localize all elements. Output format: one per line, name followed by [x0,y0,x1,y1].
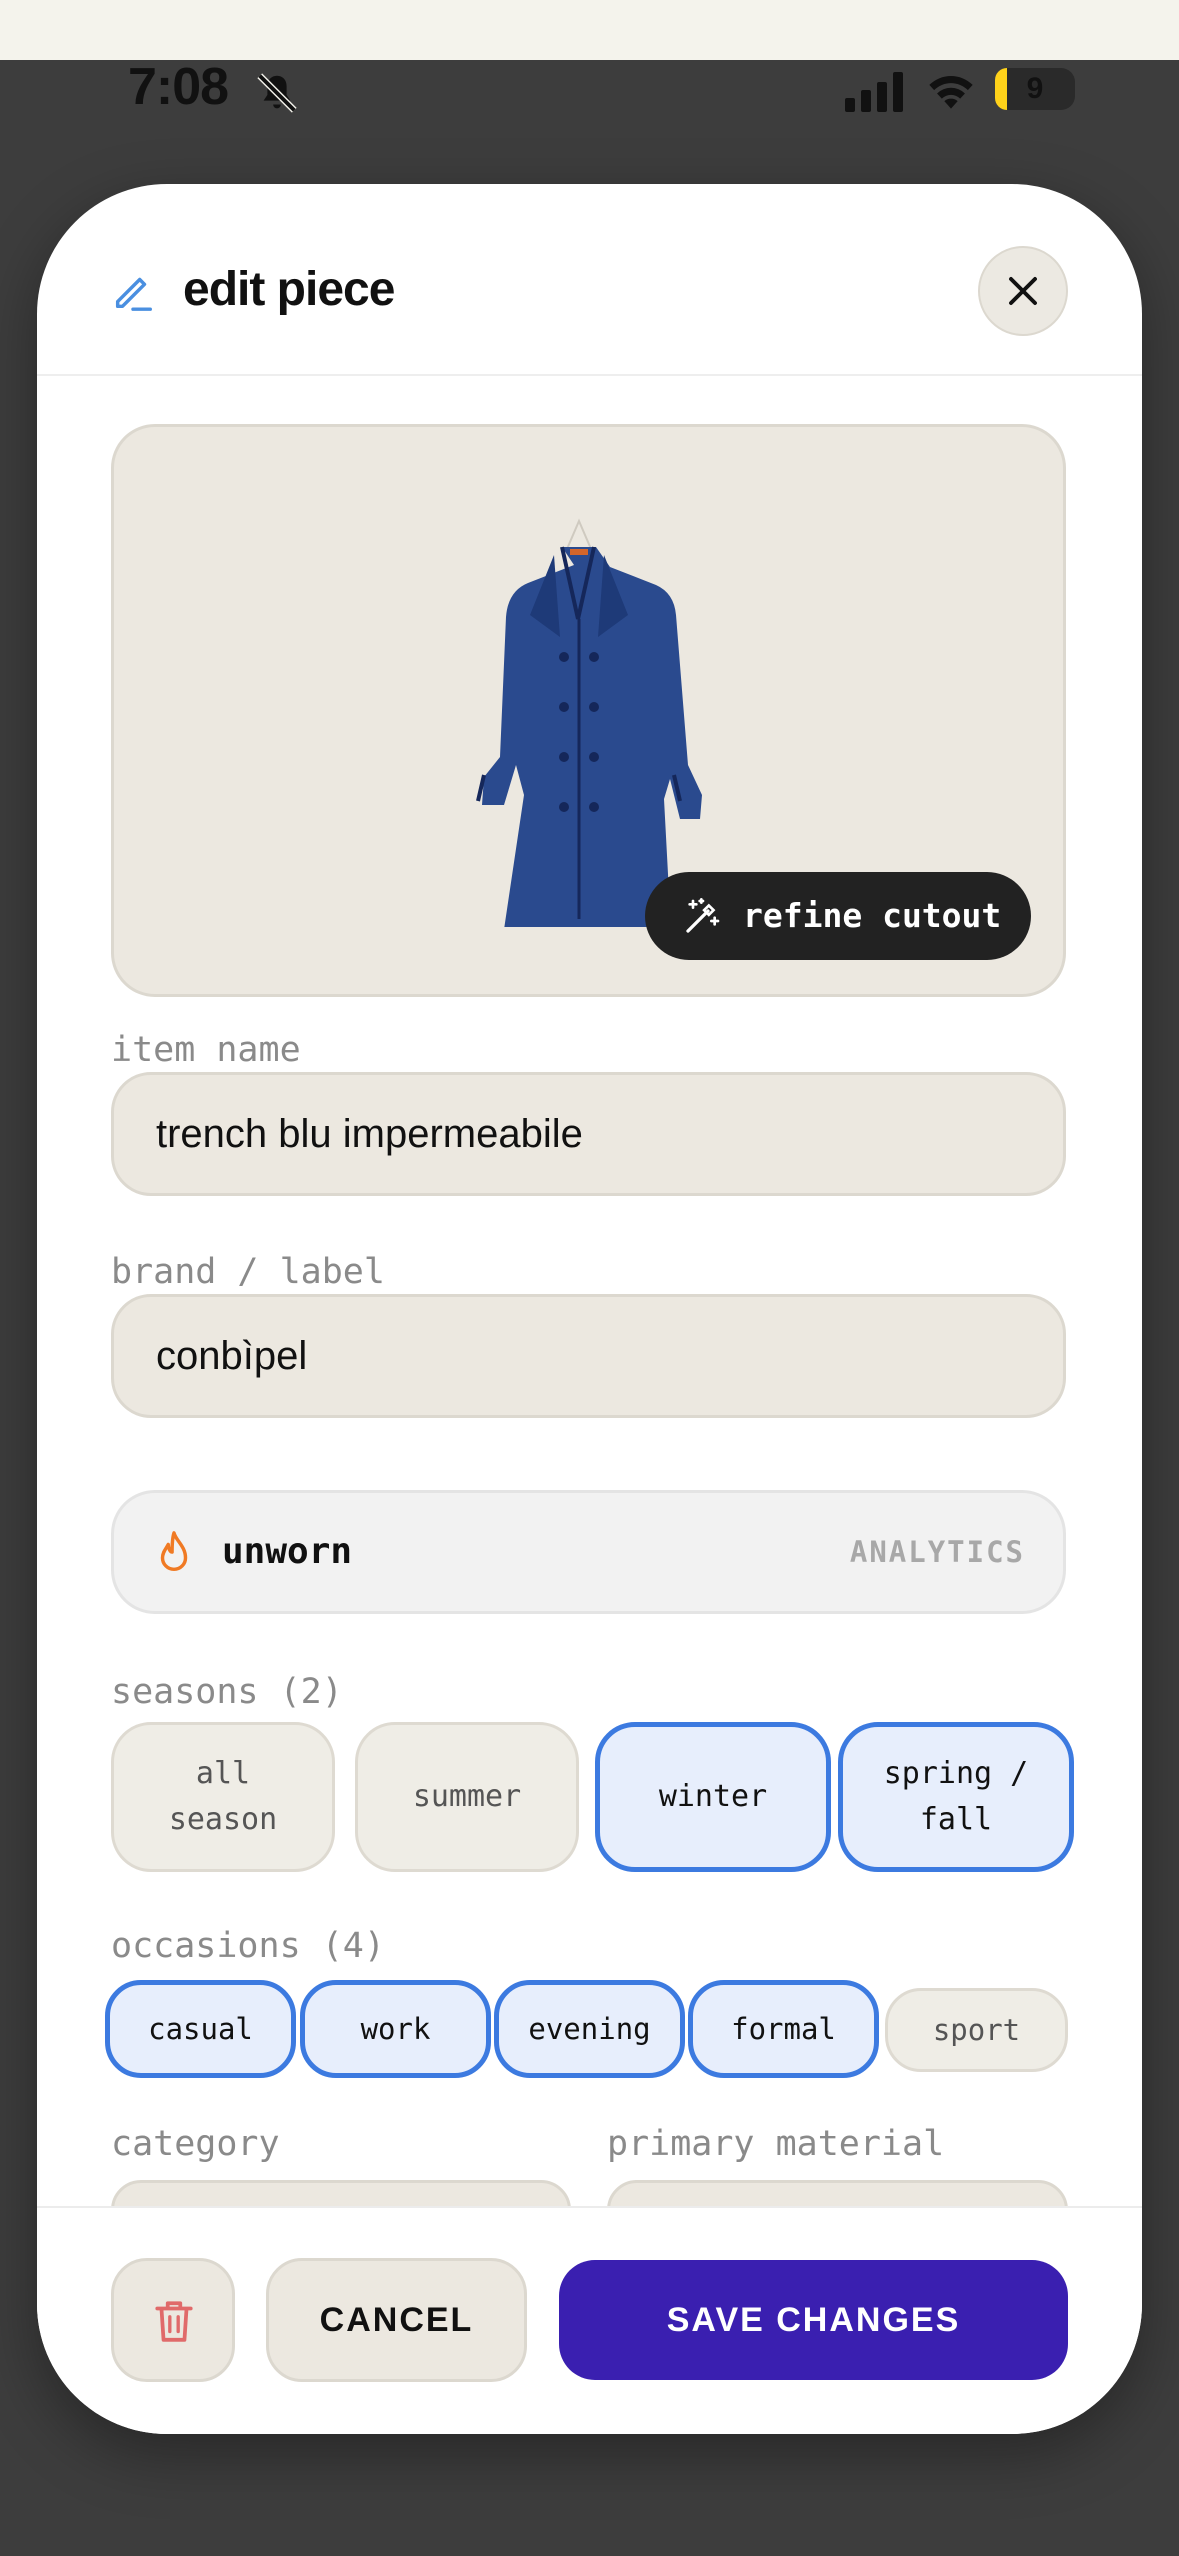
brand-input[interactable]: conbìpel [111,1294,1066,1418]
analytics-link[interactable]: ANALYTICS [850,1493,1025,1611]
item-name-label: item name [111,1030,301,1070]
occasion-chip-label: casual [148,2011,253,2046]
wifi-icon [929,76,973,109]
category-label: category [111,2124,280,2164]
occasion-chip-casual[interactable]: casual [105,1980,296,2078]
pencil-icon [115,277,152,311]
status-time: 7:08 [128,58,229,116]
magic-wand-icon [686,898,720,933]
occasion-chip-work[interactable]: work [300,1980,491,2078]
season-chip-label: spring / [883,1755,1029,1791]
season-chip-label: summer [412,1778,522,1814]
occasion-chip-sport[interactable]: sport [885,1988,1068,2072]
item-name-input[interactable]: trench blu impermeabile [111,1072,1066,1196]
close-button[interactable] [978,246,1068,336]
save-changes-button[interactable]: SAVE CHANGES [559,2260,1068,2380]
analytics-row[interactable]: unworn ANALYTICS [111,1490,1066,1614]
top-strip [0,0,1179,60]
occasion-chip-label: work [360,2011,431,2046]
refine-cutout-button[interactable]: refine cutout [645,872,1031,960]
edit-piece-sheet: edit piece refine cutout item name trenc… [37,184,1142,2434]
page-title: edit piece [183,263,395,316]
battery-indicator: 9 [995,68,1075,110]
battery-level: 9 [1026,72,1044,105]
occasion-chip-label: evening [528,2011,651,2046]
season-chip-label: fall [919,1802,993,1837]
season-chip-label: season [168,1802,278,1837]
close-icon [1009,277,1037,305]
season-chip-label: all [195,1755,251,1791]
occasion-chip-formal[interactable]: formal [688,1980,879,2078]
refine-cutout-label: refine cutout [743,896,1002,935]
primary-material-label: primary material [607,2124,945,2164]
wear-status: unworn [222,1531,353,1572]
item-photo[interactable]: refine cutout [111,424,1066,997]
status-bar: 7:08 9 [0,60,1179,115]
sheet-footer: CANCEL SAVE CHANGES [37,2206,1142,2434]
season-chip-winter[interactable]: winter [595,1722,831,1872]
delete-button[interactable] [111,2258,235,2382]
trash-icon [155,2301,193,2342]
sheet-header: edit piece [37,184,1142,376]
cellular-signal-icon [845,72,903,112]
trench-coat-image [476,518,702,927]
occasion-chip-label: formal [731,2011,836,2046]
season-chip-all-season[interactable]: all season [111,1722,335,1872]
seasons-label: seasons (2) [111,1672,343,1712]
season-chip-spring-fall[interactable]: spring / fall [838,1722,1074,1872]
season-chip-summer[interactable]: summer [355,1722,579,1872]
occasion-chip-label: sport [932,2012,1021,2047]
cancel-button[interactable]: CANCEL [266,2258,527,2382]
flame-icon [160,1531,188,1571]
bell-off-icon [257,73,297,113]
occasions-label: occasions (4) [111,1926,385,1966]
season-chip-label: winter [658,1778,768,1814]
occasion-chip-evening[interactable]: evening [494,1980,685,2078]
brand-label: brand / label [111,1252,385,1292]
